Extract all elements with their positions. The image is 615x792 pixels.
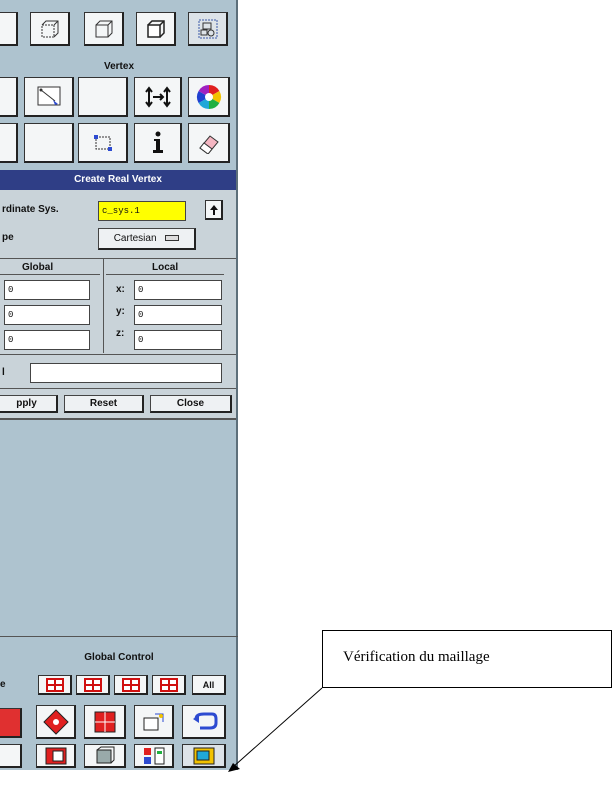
color-vertex-button[interactable] [188,77,230,117]
modify-lights-button[interactable] [134,705,174,739]
empty-vertex-button[interactable] [78,77,128,117]
global-header: Global [22,262,54,273]
local-z-field[interactable]: 0 [134,330,222,350]
undo-button[interactable] [182,705,226,739]
undo-icon [192,712,217,729]
form-title: Create Real Vertex [0,170,236,190]
quadrant-2-button[interactable] [76,675,110,695]
local-header-underline [106,274,224,275]
fit-to-window-button[interactable] [36,705,76,739]
render-icon [45,747,66,764]
close-button[interactable]: Close [150,395,232,413]
modify-lights-icon [143,713,163,730]
callout-box: Vérification du maillage [322,630,612,688]
local-x-field[interactable]: 0 [134,280,222,300]
vertex-pick-button[interactable] [24,77,74,117]
eraser-icon [198,134,219,154]
info-icon [152,131,163,153]
solid-cube-button[interactable] [136,12,176,46]
empty-vertex-button-2[interactable] [24,123,74,163]
delete-vertex-button[interactable] [188,123,230,163]
render-button[interactable] [36,744,76,768]
move-arrows-icon [144,85,171,108]
option-menu-icon [165,235,180,242]
vertex-pick-icon [37,86,60,105]
global-header-underline [0,274,100,275]
wireframe-cube-button[interactable] [30,12,70,46]
examine-mesh-icon [193,747,214,764]
global-control-title: Global Control [84,652,154,663]
local-y-field[interactable]: 0 [134,305,222,325]
label-label: l [2,367,5,378]
outline-cube-icon [95,20,112,37]
up-arrow-icon [209,204,218,215]
type-select-value: Cartesian [113,233,157,244]
apply-button[interactable]: pply [0,395,58,413]
solid-cube-icon [146,19,165,38]
quadrant-1-button[interactable] [38,675,72,695]
reset-button[interactable]: Reset [64,395,144,413]
partial-vertex-button-2[interactable] [0,123,18,163]
type-label: pe [2,232,14,243]
global-control-row-label: e [0,679,6,690]
coord-sys-label: rdinate Sys. [2,204,59,215]
global-y-field[interactable]: 0 [4,305,90,325]
global-control-separator [0,636,238,637]
move-vertex-button[interactable] [134,77,182,117]
mesh-view-icon [198,19,217,38]
examine-mesh-button[interactable] [182,744,226,768]
form-separator-3 [0,388,236,389]
local-y-label: y: [116,306,125,317]
local-header: Local [152,262,179,273]
global-local-divider [103,259,104,353]
outline-cube-button[interactable] [84,12,124,46]
partial-left-button[interactable] [0,12,18,46]
callout-text: Vérification du maillage [343,649,490,665]
quadrant-grid-icon [83,677,102,692]
local-x-label: x: [116,284,125,295]
global-x-field[interactable]: 0 [4,280,90,300]
type-select[interactable]: Cartesian [98,228,196,250]
quadrant-4-button[interactable] [152,675,186,695]
fit-window-icon [42,708,69,735]
specify-color-button[interactable] [134,744,174,768]
vertex-box-icon [93,134,112,151]
color-blocks-icon [143,747,164,764]
render-model-icon [96,746,114,763]
quadrant-3-button[interactable] [114,675,148,695]
create-real-vertex-form: Create Real Vertex rdinate Sys. c_sys.1 … [0,170,236,420]
label-field[interactable] [30,363,222,383]
mesh-view-button[interactable] [188,12,228,46]
partial-control-button-2[interactable] [0,744,22,768]
quadrant-grid-icon [45,677,64,692]
vertex-section-title: Vertex [103,61,135,72]
all-button[interactable]: All [192,675,226,695]
render-model-button[interactable] [84,744,126,768]
local-z-label: z: [116,328,125,339]
coord-sys-field[interactable]: c_sys.1 [98,201,186,221]
quadrant-grid-icon [159,677,178,692]
partial-control-button[interactable] [0,708,22,738]
quadrant-grid-icon [121,677,140,692]
color-wheel-icon [196,84,221,109]
form-separator-2 [0,354,236,355]
info-button[interactable] [134,123,182,163]
vertex-box-button[interactable] [78,123,128,163]
gambit-tool-panel: Vertex Create Real Vertex rdinate Sys. c [0,0,238,770]
form-separator [0,258,236,259]
wireframe-cube-icon [41,20,58,37]
global-z-field[interactable]: 0 [4,330,90,350]
partial-vertex-button[interactable] [0,77,18,117]
pivot-grid-icon [94,711,115,732]
coord-sys-picker-button[interactable] [205,200,223,220]
select-pivot-button[interactable] [84,705,126,739]
